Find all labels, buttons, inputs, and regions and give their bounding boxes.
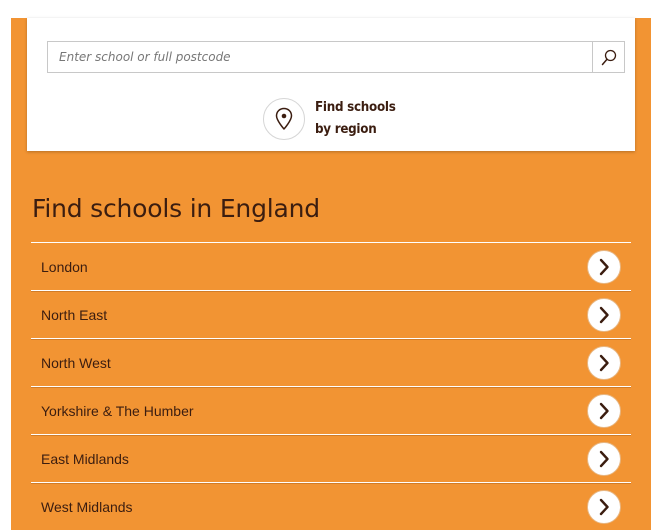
region-item-button[interactable] [587, 250, 621, 284]
region-item-button[interactable] [587, 346, 621, 380]
find-by-region-label: Find schools by region [315, 97, 396, 141]
region-item-label: East Midlands [41, 450, 129, 467]
chevron-right-icon [599, 306, 609, 324]
map-pin-icon [275, 107, 293, 130]
search-icon [601, 49, 616, 65]
chevron-right-icon [599, 498, 609, 516]
region-item-label: West Midlands [41, 498, 133, 515]
region-item-london[interactable]: London [31, 243, 631, 291]
region-list: London North East North West Yorkshire &… [31, 242, 631, 530]
region-item-button[interactable] [587, 394, 621, 428]
region-item-button[interactable] [587, 298, 621, 332]
chevron-right-icon [599, 354, 609, 372]
search-button[interactable] [592, 41, 625, 73]
region-item-label: London [41, 258, 88, 275]
page: Find schools by region Find schools in E… [0, 0, 666, 530]
region-item-north-west[interactable]: North West [31, 339, 631, 387]
region-item-label: North East [41, 306, 108, 323]
find-by-region-link[interactable]: Find schools by region [263, 97, 403, 141]
region-item-yorkshire[interactable]: Yorkshire & The Humber [31, 387, 631, 435]
search-bar [47, 41, 625, 73]
chevron-right-icon [599, 402, 609, 420]
region-item-east-midlands[interactable]: East Midlands [31, 435, 631, 483]
chevron-right-icon [599, 258, 609, 276]
region-link-line2: by region [315, 122, 377, 137]
chevron-right-icon [599, 450, 609, 468]
pin-circle [263, 98, 305, 140]
search-card: Find schools by region [27, 18, 635, 151]
search-input[interactable] [47, 41, 592, 73]
region-link-line1: Find schools [315, 100, 396, 115]
region-item-north-east[interactable]: North East [31, 291, 631, 339]
region-item-button[interactable] [587, 442, 621, 476]
region-item-label: Yorkshire & The Humber [41, 402, 194, 419]
region-item-west-midlands[interactable]: West Midlands [31, 483, 631, 530]
region-item-label: North West [41, 354, 111, 371]
region-item-button[interactable] [587, 490, 621, 524]
section-title: Find schools in England [32, 194, 320, 223]
